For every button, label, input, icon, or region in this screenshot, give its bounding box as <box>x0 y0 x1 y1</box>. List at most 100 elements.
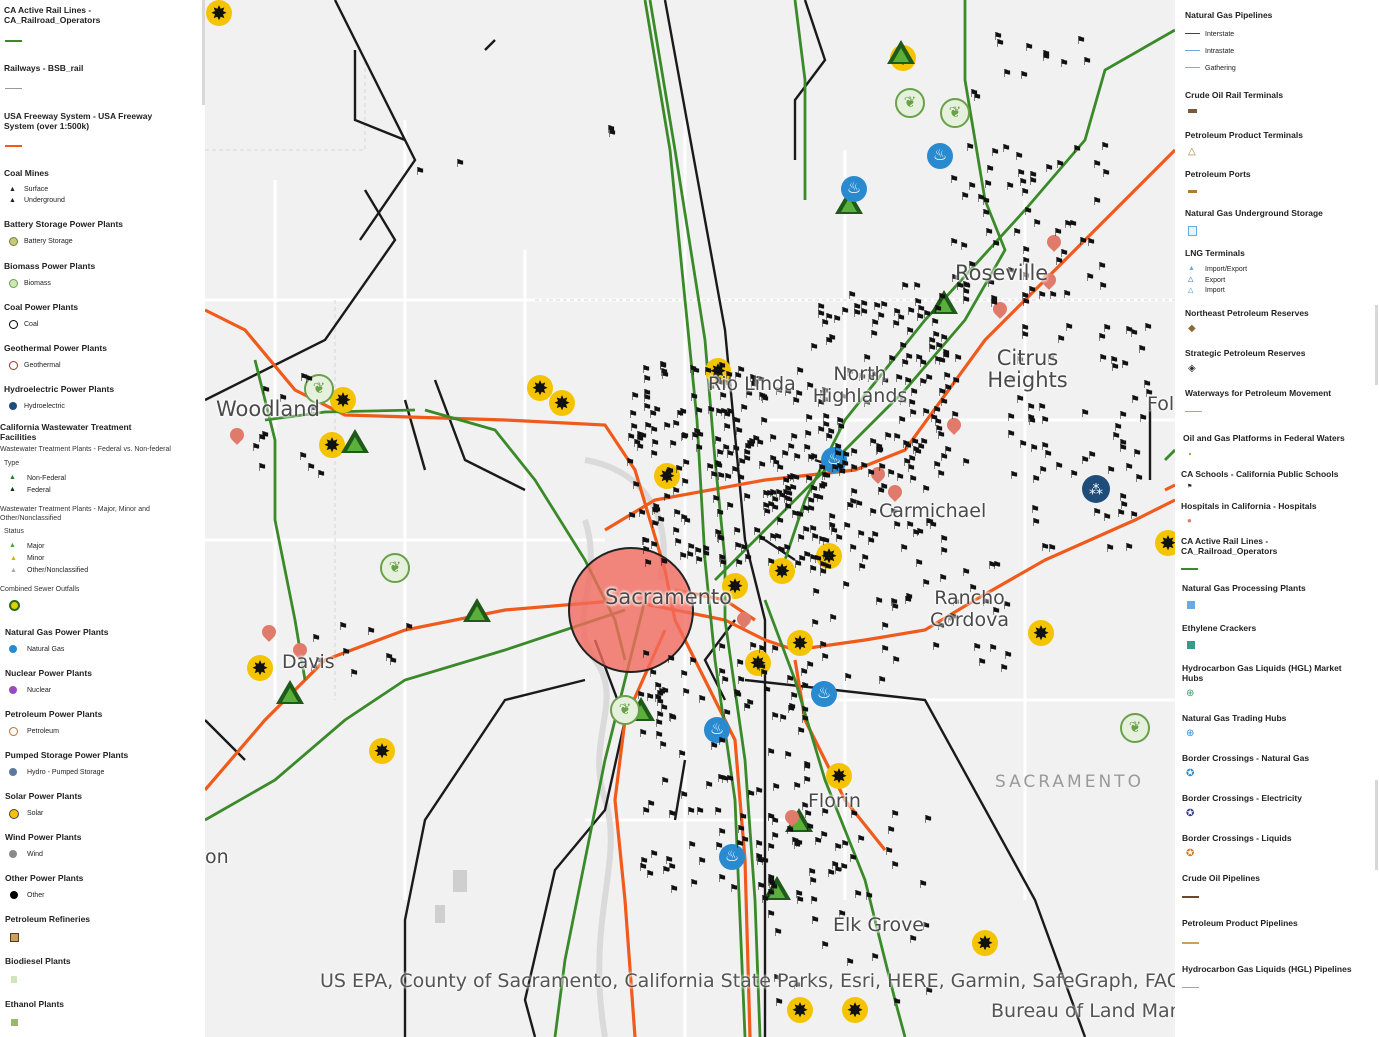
school-flag-icon[interactable]: ⚑ <box>655 697 665 708</box>
school-flag-icon[interactable]: ⚑ <box>891 655 901 666</box>
school-flag-icon[interactable]: ⚑ <box>874 446 884 457</box>
school-flag-icon[interactable]: ⚑ <box>316 469 326 480</box>
school-flag-icon[interactable]: ⚑ <box>891 319 901 330</box>
school-flag-icon[interactable]: ⚑ <box>847 290 857 301</box>
school-flag-icon[interactable]: ⚑ <box>792 840 802 851</box>
school-flag-icon[interactable]: ⚑ <box>1059 58 1069 69</box>
school-flag-icon[interactable]: ⚑ <box>809 342 819 353</box>
school-flag-icon[interactable]: ⚑ <box>766 888 776 899</box>
school-flag-icon[interactable]: ⚑ <box>892 997 902 1008</box>
school-flag-icon[interactable]: ⚑ <box>1040 542 1050 553</box>
school-flag-icon[interactable]: ⚑ <box>1005 181 1015 192</box>
school-flag-icon[interactable]: ⚑ <box>884 846 894 857</box>
school-flag-icon[interactable]: ⚑ <box>649 425 659 436</box>
school-flag-icon[interactable]: ⚑ <box>939 534 949 545</box>
school-flag-icon[interactable]: ⚑ <box>740 835 750 846</box>
school-flag-icon[interactable]: ⚑ <box>1134 473 1144 484</box>
school-flag-icon[interactable]: ⚑ <box>835 416 845 427</box>
school-flag-icon[interactable]: ⚑ <box>976 193 986 204</box>
school-flag-icon[interactable]: ⚑ <box>766 909 776 920</box>
school-flag-icon[interactable]: ⚑ <box>641 649 651 660</box>
legend-right-panel[interactable]: Natural Gas Pipelines Interstate Intrast… <box>1175 0 1379 1037</box>
school-flag-icon[interactable]: ⚑ <box>257 433 267 444</box>
school-flag-icon[interactable]: ⚑ <box>856 529 866 540</box>
school-flag-icon[interactable]: ⚑ <box>672 508 682 519</box>
school-flag-icon[interactable]: ⚑ <box>717 642 727 653</box>
school-flag-icon[interactable]: ⚑ <box>929 413 939 424</box>
school-flag-icon[interactable]: ⚑ <box>879 300 889 311</box>
school-flag-icon[interactable]: ⚑ <box>742 492 752 503</box>
school-flag-icon[interactable]: ⚑ <box>1021 245 1031 256</box>
wastewater-plant-icon[interactable] <box>276 680 304 704</box>
school-flag-icon[interactable]: ⚑ <box>679 790 689 801</box>
school-flag-icon[interactable]: ⚑ <box>892 432 902 443</box>
school-flag-icon[interactable]: ⚑ <box>338 621 348 632</box>
hospital-icon[interactable] <box>885 482 905 502</box>
school-flag-icon[interactable]: ⚑ <box>999 663 1009 674</box>
school-flag-icon[interactable]: ⚑ <box>705 462 715 473</box>
school-flag-icon[interactable]: ⚑ <box>808 564 818 575</box>
school-flag-icon[interactable]: ⚑ <box>722 410 732 421</box>
school-flag-icon[interactable]: ⚑ <box>783 750 793 761</box>
school-flag-icon[interactable]: ⚑ <box>650 438 660 449</box>
school-flag-icon[interactable]: ⚑ <box>404 622 414 633</box>
school-flag-icon[interactable]: ⚑ <box>673 537 683 548</box>
school-flag-icon[interactable]: ⚑ <box>1019 70 1029 81</box>
legend-left-panel[interactable]: CA Active Rail Lines - CA_Railroad_Opera… <box>0 0 205 1037</box>
school-flag-icon[interactable]: ⚑ <box>818 640 828 651</box>
school-flag-icon[interactable]: ⚑ <box>770 503 780 514</box>
school-flag-icon[interactable]: ⚑ <box>628 409 638 420</box>
school-flag-icon[interactable]: ⚑ <box>921 484 931 495</box>
school-flag-icon[interactable]: ⚑ <box>1031 517 1041 528</box>
school-flag-icon[interactable]: ⚑ <box>795 510 805 521</box>
school-flag-icon[interactable]: ⚑ <box>694 443 704 454</box>
school-flag-icon[interactable]: ⚑ <box>717 827 727 838</box>
school-flag-icon[interactable]: ⚑ <box>1082 56 1092 67</box>
school-flag-icon[interactable]: ⚑ <box>679 669 689 680</box>
school-flag-icon[interactable]: ⚑ <box>718 558 728 569</box>
solar-plant-icon[interactable]: ✸ <box>206 0 232 26</box>
school-flag-icon[interactable]: ⚑ <box>908 408 918 419</box>
school-flag-icon[interactable]: ⚑ <box>845 501 855 512</box>
school-flag-icon[interactable]: ⚑ <box>714 841 724 852</box>
school-flag-icon[interactable]: ⚑ <box>1085 272 1095 283</box>
school-flag-icon[interactable]: ⚑ <box>720 774 730 785</box>
school-flag-icon[interactable]: ⚑ <box>924 373 934 384</box>
school-flag-icon[interactable]: ⚑ <box>257 462 267 473</box>
school-flag-icon[interactable]: ⚑ <box>1132 448 1142 459</box>
school-flag-icon[interactable]: ⚑ <box>704 780 714 791</box>
school-flag-icon[interactable]: ⚑ <box>1098 281 1108 292</box>
school-flag-icon[interactable]: ⚑ <box>931 641 941 652</box>
natural-gas-plant-icon[interactable]: ♨ <box>927 143 953 169</box>
school-flag-icon[interactable]: ⚑ <box>795 366 805 377</box>
school-flag-icon[interactable]: ⚑ <box>886 468 896 479</box>
school-flag-icon[interactable]: ⚑ <box>965 142 975 153</box>
school-flag-icon[interactable]: ⚑ <box>725 449 735 460</box>
school-flag-icon[interactable]: ⚑ <box>754 839 764 850</box>
school-flag-icon[interactable]: ⚑ <box>671 526 681 537</box>
school-flag-icon[interactable]: ⚑ <box>642 388 652 399</box>
solar-plant-icon[interactable]: ✸ <box>1028 620 1054 646</box>
school-flag-icon[interactable]: ⚑ <box>630 391 640 402</box>
school-flag-icon[interactable]: ⚑ <box>934 341 944 352</box>
school-flag-icon[interactable]: ⚑ <box>930 317 940 328</box>
school-flag-icon[interactable]: ⚑ <box>809 895 819 906</box>
school-flag-icon[interactable]: ⚑ <box>667 712 677 723</box>
school-flag-icon[interactable]: ⚑ <box>834 533 844 544</box>
school-flag-icon[interactable]: ⚑ <box>937 292 947 303</box>
school-flag-icon[interactable]: ⚑ <box>853 889 863 900</box>
school-flag-icon[interactable]: ⚑ <box>785 825 795 836</box>
school-flag-icon[interactable]: ⚑ <box>938 573 948 584</box>
biomass-plant-icon[interactable]: ❦ <box>1120 713 1150 743</box>
school-flag-icon[interactable]: ⚑ <box>782 494 792 505</box>
school-flag-icon[interactable]: ⚑ <box>1023 206 1033 217</box>
school-flag-icon[interactable]: ⚑ <box>654 730 664 741</box>
school-flag-icon[interactable]: ⚑ <box>890 809 900 820</box>
school-flag-icon[interactable]: ⚑ <box>415 166 425 177</box>
school-flag-icon[interactable]: ⚑ <box>771 782 781 793</box>
school-flag-icon[interactable]: ⚑ <box>833 842 843 853</box>
school-flag-icon[interactable]: ⚑ <box>995 38 1005 49</box>
solar-plant-icon[interactable]: ✸ <box>549 390 575 416</box>
school-flag-icon[interactable]: ⚑ <box>1020 330 1030 341</box>
school-flag-icon[interactable]: ⚑ <box>841 580 851 591</box>
